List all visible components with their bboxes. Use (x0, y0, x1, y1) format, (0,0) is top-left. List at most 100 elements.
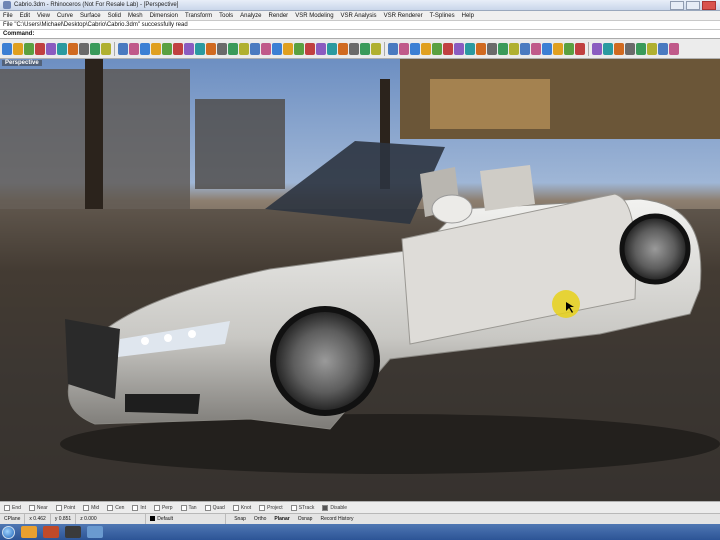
osnap-checkbox[interactable] (204, 504, 211, 511)
toolbar-tool-icon[interactable] (575, 42, 585, 55)
toolbar-tool-icon[interactable] (316, 42, 326, 55)
osnap-checkbox[interactable] (28, 504, 35, 511)
osnap-checkbox[interactable] (83, 504, 90, 511)
toolbar-tool-icon[interactable] (239, 42, 249, 55)
osnap-strack[interactable]: STrack (290, 504, 314, 511)
toolbar-tool-icon[interactable] (509, 42, 519, 55)
osnap-checkbox[interactable] (322, 504, 329, 511)
osnap-checkbox[interactable] (153, 504, 160, 511)
toolbar-tool-icon[interactable] (603, 42, 613, 55)
osnap-checkbox[interactable] (180, 504, 187, 511)
toolbar-tool-icon[interactable] (57, 42, 67, 55)
osnap-project[interactable]: Project (259, 504, 283, 511)
close-icon[interactable] (702, 0, 716, 10)
osnap-knot[interactable]: Knot (232, 504, 251, 511)
toolbar-tool-icon[interactable] (625, 42, 635, 55)
toolbar-tool-icon[interactable] (35, 42, 45, 55)
toolbar-tool-icon[interactable] (531, 42, 541, 55)
osnap-checkbox[interactable] (4, 504, 10, 511)
menu-mesh[interactable]: Mesh (128, 13, 143, 19)
menu-render[interactable]: Render (269, 13, 289, 19)
toolbar-tool-icon[interactable] (79, 42, 89, 55)
menu-vsr-renderer[interactable]: VSR Renderer (384, 13, 423, 19)
toolbar-tool-icon[interactable] (553, 42, 563, 55)
toolbar-tool-icon[interactable] (272, 42, 282, 55)
toolbar-tool-icon[interactable] (129, 42, 139, 55)
toolbar-tool-icon[interactable] (647, 42, 657, 55)
toolbar-tool-icon[interactable] (465, 42, 475, 55)
toolbar-tool-icon[interactable] (151, 42, 161, 55)
toolbar-tool-icon[interactable] (520, 42, 530, 55)
toolbar-tool-icon[interactable] (294, 42, 304, 55)
toolbar-tool-icon[interactable] (162, 42, 172, 55)
osnap-point[interactable]: Point (55, 504, 75, 511)
osnap-int[interactable]: Int (132, 504, 146, 511)
menu-help[interactable]: Help (462, 13, 474, 19)
osnap-checkbox[interactable] (107, 504, 114, 511)
status-toggle-planar[interactable]: Planar (270, 514, 293, 525)
menu-vsr-analysis[interactable]: VSR Analysis (341, 13, 377, 19)
toolbar-tool-icon[interactable] (2, 42, 12, 55)
menu-edit[interactable]: Edit (20, 13, 30, 19)
toolbar-tool-icon[interactable] (261, 42, 271, 55)
toolbar-tool-icon[interactable] (432, 42, 442, 55)
viewport-title[interactable]: Perspective (2, 60, 42, 66)
start-button-icon[interactable] (2, 525, 15, 539)
toolbar-tool-icon[interactable] (564, 42, 574, 55)
osnap-checkbox[interactable] (55, 504, 62, 511)
status-toggle-snap[interactable]: Snap (230, 514, 250, 525)
toolbar-tool-icon[interactable] (90, 42, 100, 55)
status-toggle-ortho[interactable]: Ortho (250, 514, 271, 525)
menu-t-splines[interactable]: T-Splines (430, 13, 455, 19)
toolbar-tool-icon[interactable] (338, 42, 348, 55)
minimize-icon[interactable] (670, 0, 684, 10)
osnap-checkbox[interactable] (259, 504, 266, 511)
taskbar-app-icon[interactable] (87, 526, 103, 538)
menu-analyze[interactable]: Analyze (240, 13, 261, 19)
toolbar-tool-icon[interactable] (195, 42, 205, 55)
menu-file[interactable]: File (3, 13, 13, 19)
osnap-tan[interactable]: Tan (180, 504, 197, 511)
toolbar-tool-icon[interactable] (283, 42, 293, 55)
toolbar-tool-icon[interactable] (118, 42, 128, 55)
toolbar-tool-icon[interactable] (614, 42, 624, 55)
menu-view[interactable]: View (37, 13, 50, 19)
toolbar-tool-icon[interactable] (410, 42, 420, 55)
toolbar-tool-icon[interactable] (476, 42, 486, 55)
osnap-checkbox[interactable] (232, 504, 239, 511)
status-toggle-osnap[interactable]: Osnap (294, 514, 317, 525)
toolbar-tool-icon[interactable] (636, 42, 646, 55)
taskbar-app-icon[interactable] (65, 526, 81, 538)
toolbar-tool-icon[interactable] (68, 42, 78, 55)
osnap-disable[interactable]: Disable (322, 504, 347, 511)
osnap-checkbox[interactable] (132, 504, 139, 511)
toolbar-tool-icon[interactable] (454, 42, 464, 55)
osnap-quad[interactable]: Quad (204, 504, 225, 511)
layer-selector[interactable]: Default (146, 513, 227, 525)
toolbar-tool-icon[interactable] (360, 42, 370, 55)
toolbar-tool-icon[interactable] (421, 42, 431, 55)
toolbar-tool-icon[interactable] (349, 42, 359, 55)
menu-vsr-modeling[interactable]: VSR Modeling (295, 13, 333, 19)
toolbar-tool-icon[interactable] (305, 42, 315, 55)
toolbar-tool-icon[interactable] (217, 42, 227, 55)
osnap-checkbox[interactable] (290, 504, 297, 511)
toolbar-tool-icon[interactable] (173, 42, 183, 55)
osnap-cen[interactable]: Cen (107, 504, 124, 511)
toolbar-tool-icon[interactable] (388, 42, 398, 55)
status-toggle-record-history[interactable]: Record History (316, 514, 357, 525)
menu-surface[interactable]: Surface (80, 13, 101, 19)
osnap-perp[interactable]: Perp (153, 504, 173, 511)
toolbar-tool-icon[interactable] (228, 42, 238, 55)
toolbar-tool-icon[interactable] (250, 42, 260, 55)
toolbar-tool-icon[interactable] (184, 42, 194, 55)
toolbar-tool-icon[interactable] (46, 42, 56, 55)
toolbar-tool-icon[interactable] (658, 42, 668, 55)
toolbar-tool-icon[interactable] (206, 42, 216, 55)
taskbar-app-icon[interactable] (43, 526, 59, 538)
toolbar-tool-icon[interactable] (592, 42, 602, 55)
menu-curve[interactable]: Curve (57, 13, 73, 19)
menu-tools[interactable]: Tools (219, 13, 233, 19)
toolbar-tool-icon[interactable] (140, 42, 150, 55)
toolbar-tool-icon[interactable] (399, 42, 409, 55)
